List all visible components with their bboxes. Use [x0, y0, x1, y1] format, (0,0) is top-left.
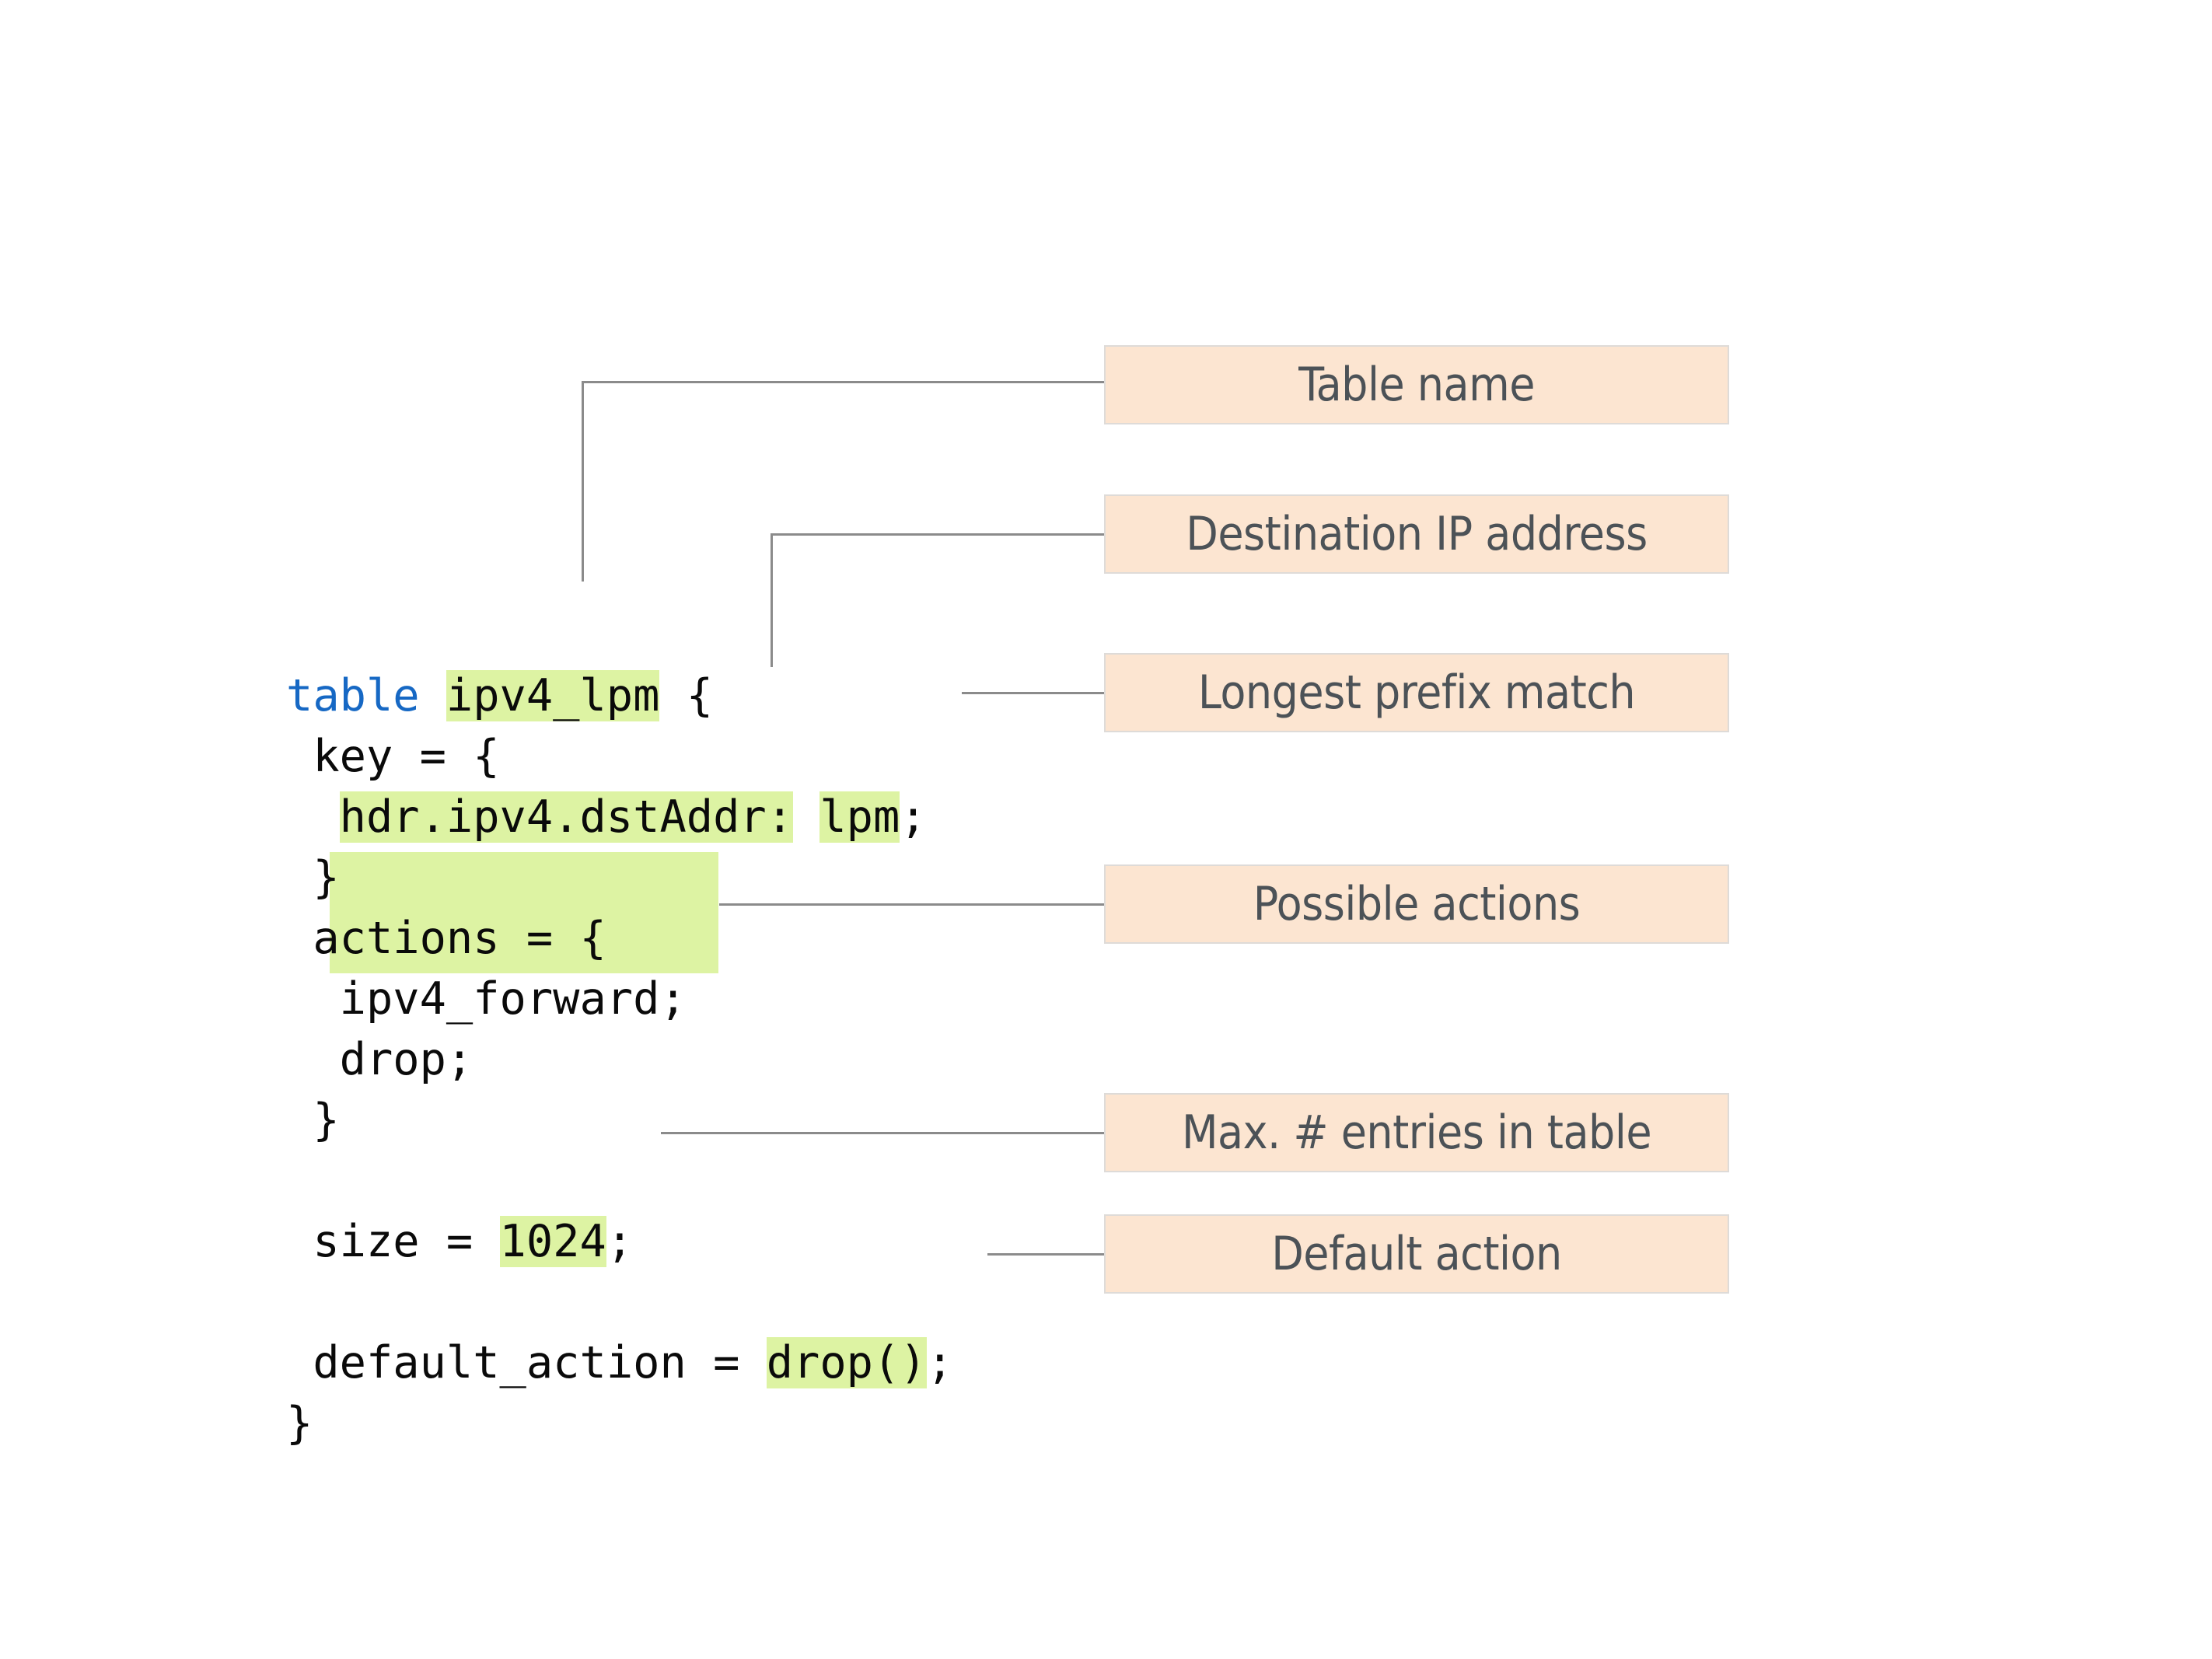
code-segment: ipv4_lpm — [446, 670, 660, 721]
p4-code-block: table ipv4_lpm { key = { hdr.ipv4.dstAdd… — [286, 544, 953, 1575]
connector-table-name-horizontal — [582, 381, 1106, 383]
code-segment: ; — [900, 791, 927, 843]
code-segment: actions = { — [313, 913, 606, 964]
line-actions-open: actions = { — [286, 908, 953, 969]
line-default-action: default_action = drop(); — [286, 1332, 953, 1393]
annotation-dest-ip-label: Destination IP address — [1186, 507, 1648, 561]
code-segment: ; — [926, 1337, 953, 1388]
code-segment: ipv4_forward; — [339, 973, 687, 1025]
line-key-entry: hdr.ipv4.dstAddr: lpm; — [286, 787, 953, 847]
annotation-dest-ip[interactable]: Destination IP address — [1104, 494, 1729, 574]
code-segment: { — [659, 670, 714, 721]
annotation-table-name-label: Table name — [1298, 358, 1535, 412]
code-segment: } — [313, 1095, 340, 1146]
code-segment: drop; — [339, 1034, 474, 1085]
code-segment: table — [286, 670, 446, 721]
line-table: table ipv4_lpm { — [286, 665, 953, 726]
annotation-default-action-label: Default action — [1271, 1227, 1562, 1281]
annotation-default-action[interactable]: Default action — [1104, 1214, 1729, 1294]
p4-code-text: table ipv4_lpm { key = { hdr.ipv4.dstAdd… — [286, 665, 953, 1454]
line-blank-1 — [286, 1151, 953, 1211]
code-segment: } — [313, 852, 340, 903]
annotation-lpm-label: Longest prefix match — [1197, 665, 1636, 720]
code-segment: size = — [313, 1216, 500, 1267]
annotation-possible-actions[interactable]: Possible actions — [1104, 864, 1729, 944]
line-actions-close: } — [286, 1090, 953, 1151]
code-segment: lpm — [819, 791, 900, 843]
connector-lpm-horizontal — [962, 692, 1106, 694]
line-key-close: } — [286, 847, 953, 908]
annotation-possible-actions-label: Possible actions — [1253, 877, 1581, 931]
code-segment: key = { — [313, 731, 500, 782]
code-segment: ; — [606, 1216, 634, 1267]
connector-dest-ip-horizontal — [771, 533, 1106, 536]
annotation-max-entries-label: Max. # entries in table — [1181, 1105, 1652, 1160]
annotation-table-name[interactable]: Table name — [1104, 345, 1729, 424]
line-table-close: } — [286, 1393, 953, 1454]
line-key-open: key = { — [286, 726, 953, 787]
line-size: size = 1024; — [286, 1211, 953, 1272]
annotation-max-entries[interactable]: Max. # entries in table — [1104, 1093, 1729, 1172]
annotation-lpm[interactable]: Longest prefix match — [1104, 653, 1729, 732]
line-blank-2 — [286, 1272, 953, 1332]
line-action-forward: ipv4_forward; — [286, 969, 953, 1029]
connector-default-action-horizontal — [987, 1253, 1106, 1256]
code-segment: 1024 — [499, 1216, 606, 1267]
code-segment: default_action = — [313, 1337, 767, 1388]
line-action-drop: drop; — [286, 1029, 953, 1090]
code-segment: drop() — [766, 1337, 927, 1388]
slide-canvas: table ipv4_lpm { key = { hdr.ipv4.dstAdd… — [0, 0, 2212, 1659]
code-segment: } — [286, 1398, 313, 1449]
code-segment: hdr.ipv4.dstAddr: — [339, 791, 794, 843]
